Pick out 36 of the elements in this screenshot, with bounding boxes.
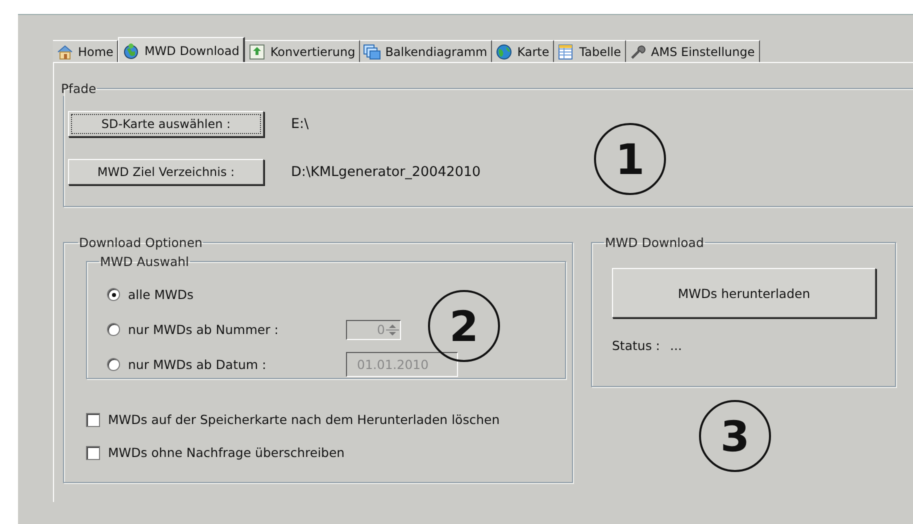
status-value: ... [670, 338, 682, 353]
tab[interactable]: Karte [492, 40, 554, 62]
path-value: E:\ [291, 116, 309, 132]
radio-label: alle MWDs [128, 287, 195, 302]
callout-number: 1 [594, 123, 666, 195]
download-button[interactable]: MWDs herunterladen [612, 268, 876, 318]
path-value: D:\KMLgenerator_20042010 [291, 164, 481, 180]
callout-number: 2 [428, 290, 500, 362]
group-title: Pfade [61, 81, 96, 96]
status-label: Status : [612, 338, 660, 353]
path-button[interactable]: SD-Karte auswählen : [68, 111, 264, 137]
radio-label: nur MWDs ab Datum : [128, 357, 268, 372]
table-icon [557, 44, 576, 60]
tab[interactable]: Home [53, 40, 118, 62]
callout-number: 3 [699, 400, 771, 472]
checkbox-label: MWDs auf der Speicherkarte nach dem Herunterladen löschen [108, 412, 500, 427]
group-title: MWD Auswahl [100, 254, 190, 269]
tab[interactable]: Konvertierung [245, 40, 360, 62]
group-title: Download Optionen [79, 235, 202, 250]
radio-button[interactable] [107, 288, 120, 301]
checkbox[interactable] [86, 412, 100, 426]
tab[interactable]: Balkendiagramm [360, 40, 492, 62]
tab[interactable]: Tabelle [554, 40, 626, 62]
windows-icon [363, 44, 382, 60]
checkbox-label: MWDs ohne Nachfrage überschreiben [108, 445, 345, 460]
tab[interactable]: MWD Download [118, 37, 246, 62]
checkbox[interactable] [86, 446, 100, 460]
house-icon [56, 44, 74, 60]
path-button[interactable]: MWD Ziel Verzeichnis : [68, 159, 264, 185]
globe-icon [122, 42, 140, 58]
wrench-icon [629, 44, 648, 60]
globe-icon [495, 44, 514, 60]
tab[interactable]: AMS Einstellunge [626, 40, 760, 62]
document-icon [248, 44, 266, 60]
group-title: MWD Download [605, 235, 704, 250]
radio-label: nur MWDs ab Nummer : [128, 322, 280, 337]
